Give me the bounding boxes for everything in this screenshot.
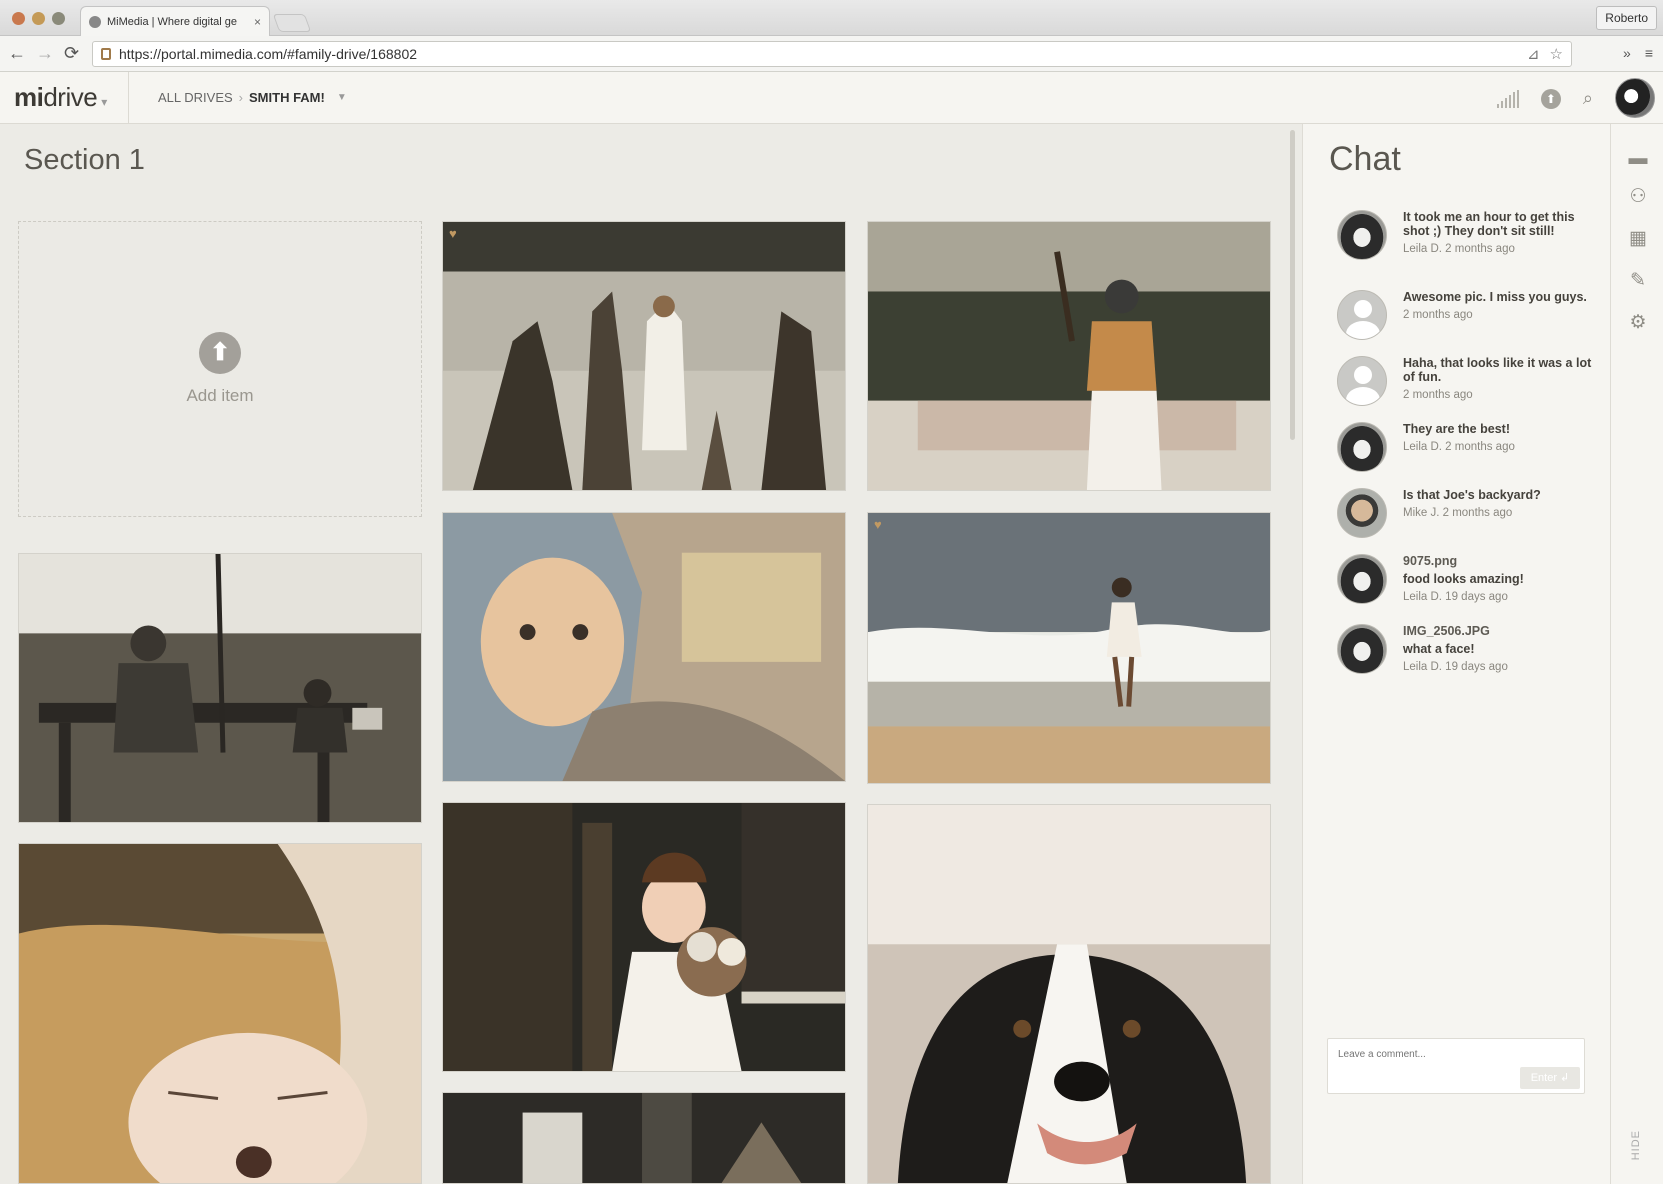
chart-extension-icon[interactable]: ⊿: [1527, 45, 1540, 63]
chat-message: Awesome pic. I miss you guys. 2 months a…: [1337, 290, 1597, 340]
drive-dropdown-caret-icon[interactable]: ▼: [337, 92, 347, 103]
edit-icon[interactable]: ✎: [1627, 270, 1649, 292]
chat-message: Haha, that looks like it was a lot of fu…: [1337, 356, 1597, 406]
message-text: Awesome pic. I miss you guys.: [1403, 290, 1587, 304]
photo-lake-girl[interactable]: ♥: [442, 221, 846, 491]
photo-baseball-boy[interactable]: [867, 221, 1271, 491]
header-divider: [128, 72, 129, 124]
address-bar[interactable]: https://portal.mimedia.com/#family-drive…: [92, 41, 1572, 67]
message-text: what a face!: [1403, 642, 1475, 656]
favicon-icon: [89, 15, 101, 28]
enter-button[interactable]: Enter ↲: [1520, 1067, 1580, 1089]
reload-icon[interactable]: ⟳: [64, 44, 79, 62]
extensions-overflow-icon[interactable]: »: [1623, 45, 1631, 61]
breadcrumb-current-drive[interactable]: SMITH FAM!: [249, 90, 325, 105]
tab-title: MiMedia | Where digital ge: [107, 15, 238, 28]
message-text: They are the best!: [1403, 422, 1510, 436]
url-text[interactable]: https://portal.mimedia.com/#family-drive…: [119, 46, 1527, 62]
photo-baby-blanket[interactable]: [442, 512, 846, 782]
right-rail: ▬ ⚇ ▦ ✎ ⚙ HIDE: [1610, 124, 1663, 1184]
message-text: food looks amazing!: [1403, 572, 1524, 586]
message-meta: Leila D. 2 months ago: [1403, 243, 1515, 255]
chat-avatar[interactable]: [1337, 290, 1387, 340]
midrive-logo[interactable]: midrive ▾: [14, 82, 107, 113]
chat-message: It took me an hour to get this shot ;) T…: [1337, 210, 1597, 260]
forward-arrow-icon[interactable]: →: [36, 44, 54, 62]
bookmark-star-icon[interactable]: ☆: [1550, 45, 1563, 63]
chat-avatar[interactable]: [1337, 422, 1387, 472]
zoom-window-button[interactable]: [52, 12, 65, 25]
chat-message: 9075.png food looks amazing! Leila D. 19…: [1337, 554, 1597, 604]
search-icon[interactable]: ⌕: [1583, 88, 1593, 109]
favorite-heart-icon[interactable]: ♥: [449, 226, 457, 241]
message-meta: Leila D. 2 months ago: [1403, 441, 1515, 453]
message-meta: Leila D. 19 days ago: [1403, 591, 1508, 603]
message-meta: Mike J. 2 months ago: [1403, 507, 1513, 519]
close-window-button[interactable]: [12, 12, 25, 25]
chat-avatar[interactable]: [1337, 624, 1387, 674]
chat-avatar[interactable]: [1337, 488, 1387, 538]
favorite-heart-icon[interactable]: ♥: [874, 517, 882, 532]
chat-message: IMG_2506.JPG what a face! Leila D. 19 da…: [1337, 624, 1597, 674]
photo-flower-girl[interactable]: [442, 802, 846, 1072]
message-attachment-link[interactable]: IMG_2506.JPG: [1403, 624, 1597, 638]
photo-border-collie[interactable]: [867, 804, 1271, 1184]
chat-avatar[interactable]: [1337, 356, 1387, 406]
chat-panel: Chat It took me an hour to get this shot…: [1302, 124, 1610, 1184]
photo-partial[interactable]: [442, 1092, 846, 1184]
section-title: Section 1: [24, 144, 145, 176]
upload-arrow-icon: ⬆: [199, 332, 241, 374]
drive-content: Section 1 ⬆ Add item ♥ ♥: [0, 124, 1300, 1184]
chat-message: Is that Joe's backyard? Mike J. 2 months…: [1337, 488, 1597, 538]
message-meta: Leila D. 19 days ago: [1403, 661, 1508, 673]
people-icon[interactable]: ⚇: [1627, 186, 1649, 208]
profile-button[interactable]: Roberto: [1596, 6, 1657, 30]
chat-message: They are the best! Leila D. 2 months ago: [1337, 422, 1597, 472]
grid-icon[interactable]: ▦: [1627, 228, 1649, 250]
message-text: Haha, that looks like it was a lot of fu…: [1403, 356, 1592, 384]
photo-beach-girl[interactable]: ♥: [867, 512, 1271, 784]
breadcrumb: ALL DRIVES › SMITH FAM! ▼: [158, 90, 347, 105]
message-text: Is that Joe's backyard?: [1403, 488, 1541, 502]
user-avatar[interactable]: [1615, 78, 1655, 118]
breadcrumb-separator: ›: [238, 90, 244, 105]
hide-panel-toggle[interactable]: HIDE: [1630, 1130, 1642, 1160]
add-item-tile[interactable]: ⬆ Add item: [18, 221, 422, 517]
message-text: It took me an hour to get this shot ;) T…: [1403, 210, 1575, 238]
message-attachment-link[interactable]: 9075.png: [1403, 554, 1597, 568]
browser-tab[interactable]: MiMedia | Where digital ge ×: [80, 6, 270, 36]
photo-newborn[interactable]: [18, 843, 422, 1184]
minimize-window-button[interactable]: [32, 12, 45, 25]
lock-icon: [101, 48, 111, 60]
message-meta: 2 months ago: [1403, 309, 1473, 321]
browser-menu-icon[interactable]: ≡: [1645, 45, 1653, 61]
chat-bubble-icon[interactable]: ▬: [1627, 148, 1649, 170]
photo-park-bench[interactable]: [18, 553, 422, 823]
new-tab-button[interactable]: [272, 14, 312, 32]
logo-dropdown-caret-icon[interactable]: ▾: [101, 95, 107, 109]
comment-box: Enter ↲: [1327, 1038, 1585, 1094]
comment-input[interactable]: [1338, 1049, 1538, 1060]
tab-close-icon[interactable]: ×: [254, 15, 261, 29]
add-item-label: Add item: [186, 386, 254, 405]
message-meta: 2 months ago: [1403, 389, 1473, 401]
back-arrow-icon[interactable]: ←: [8, 44, 26, 62]
breadcrumb-all-drives[interactable]: ALL DRIVES: [158, 90, 233, 105]
chat-avatar[interactable]: [1337, 210, 1387, 260]
content-scrollbar[interactable]: [1290, 130, 1295, 440]
upload-icon[interactable]: ⬆: [1540, 88, 1561, 109]
browser-titlebar: MiMedia | Where digital ge × Roberto: [0, 0, 1663, 36]
browser-toolbar: ← → ⟳ https://portal.mimedia.com/#family…: [0, 36, 1663, 72]
signal-strength-icon[interactable]: [1496, 89, 1519, 108]
app-header: midrive ▾ ALL DRIVES › SMITH FAM! ▼ ⬆ ⌕: [0, 72, 1663, 124]
gear-icon[interactable]: ⚙: [1627, 312, 1649, 334]
chat-avatar[interactable]: [1337, 554, 1387, 604]
chat-title: Chat: [1329, 140, 1401, 178]
